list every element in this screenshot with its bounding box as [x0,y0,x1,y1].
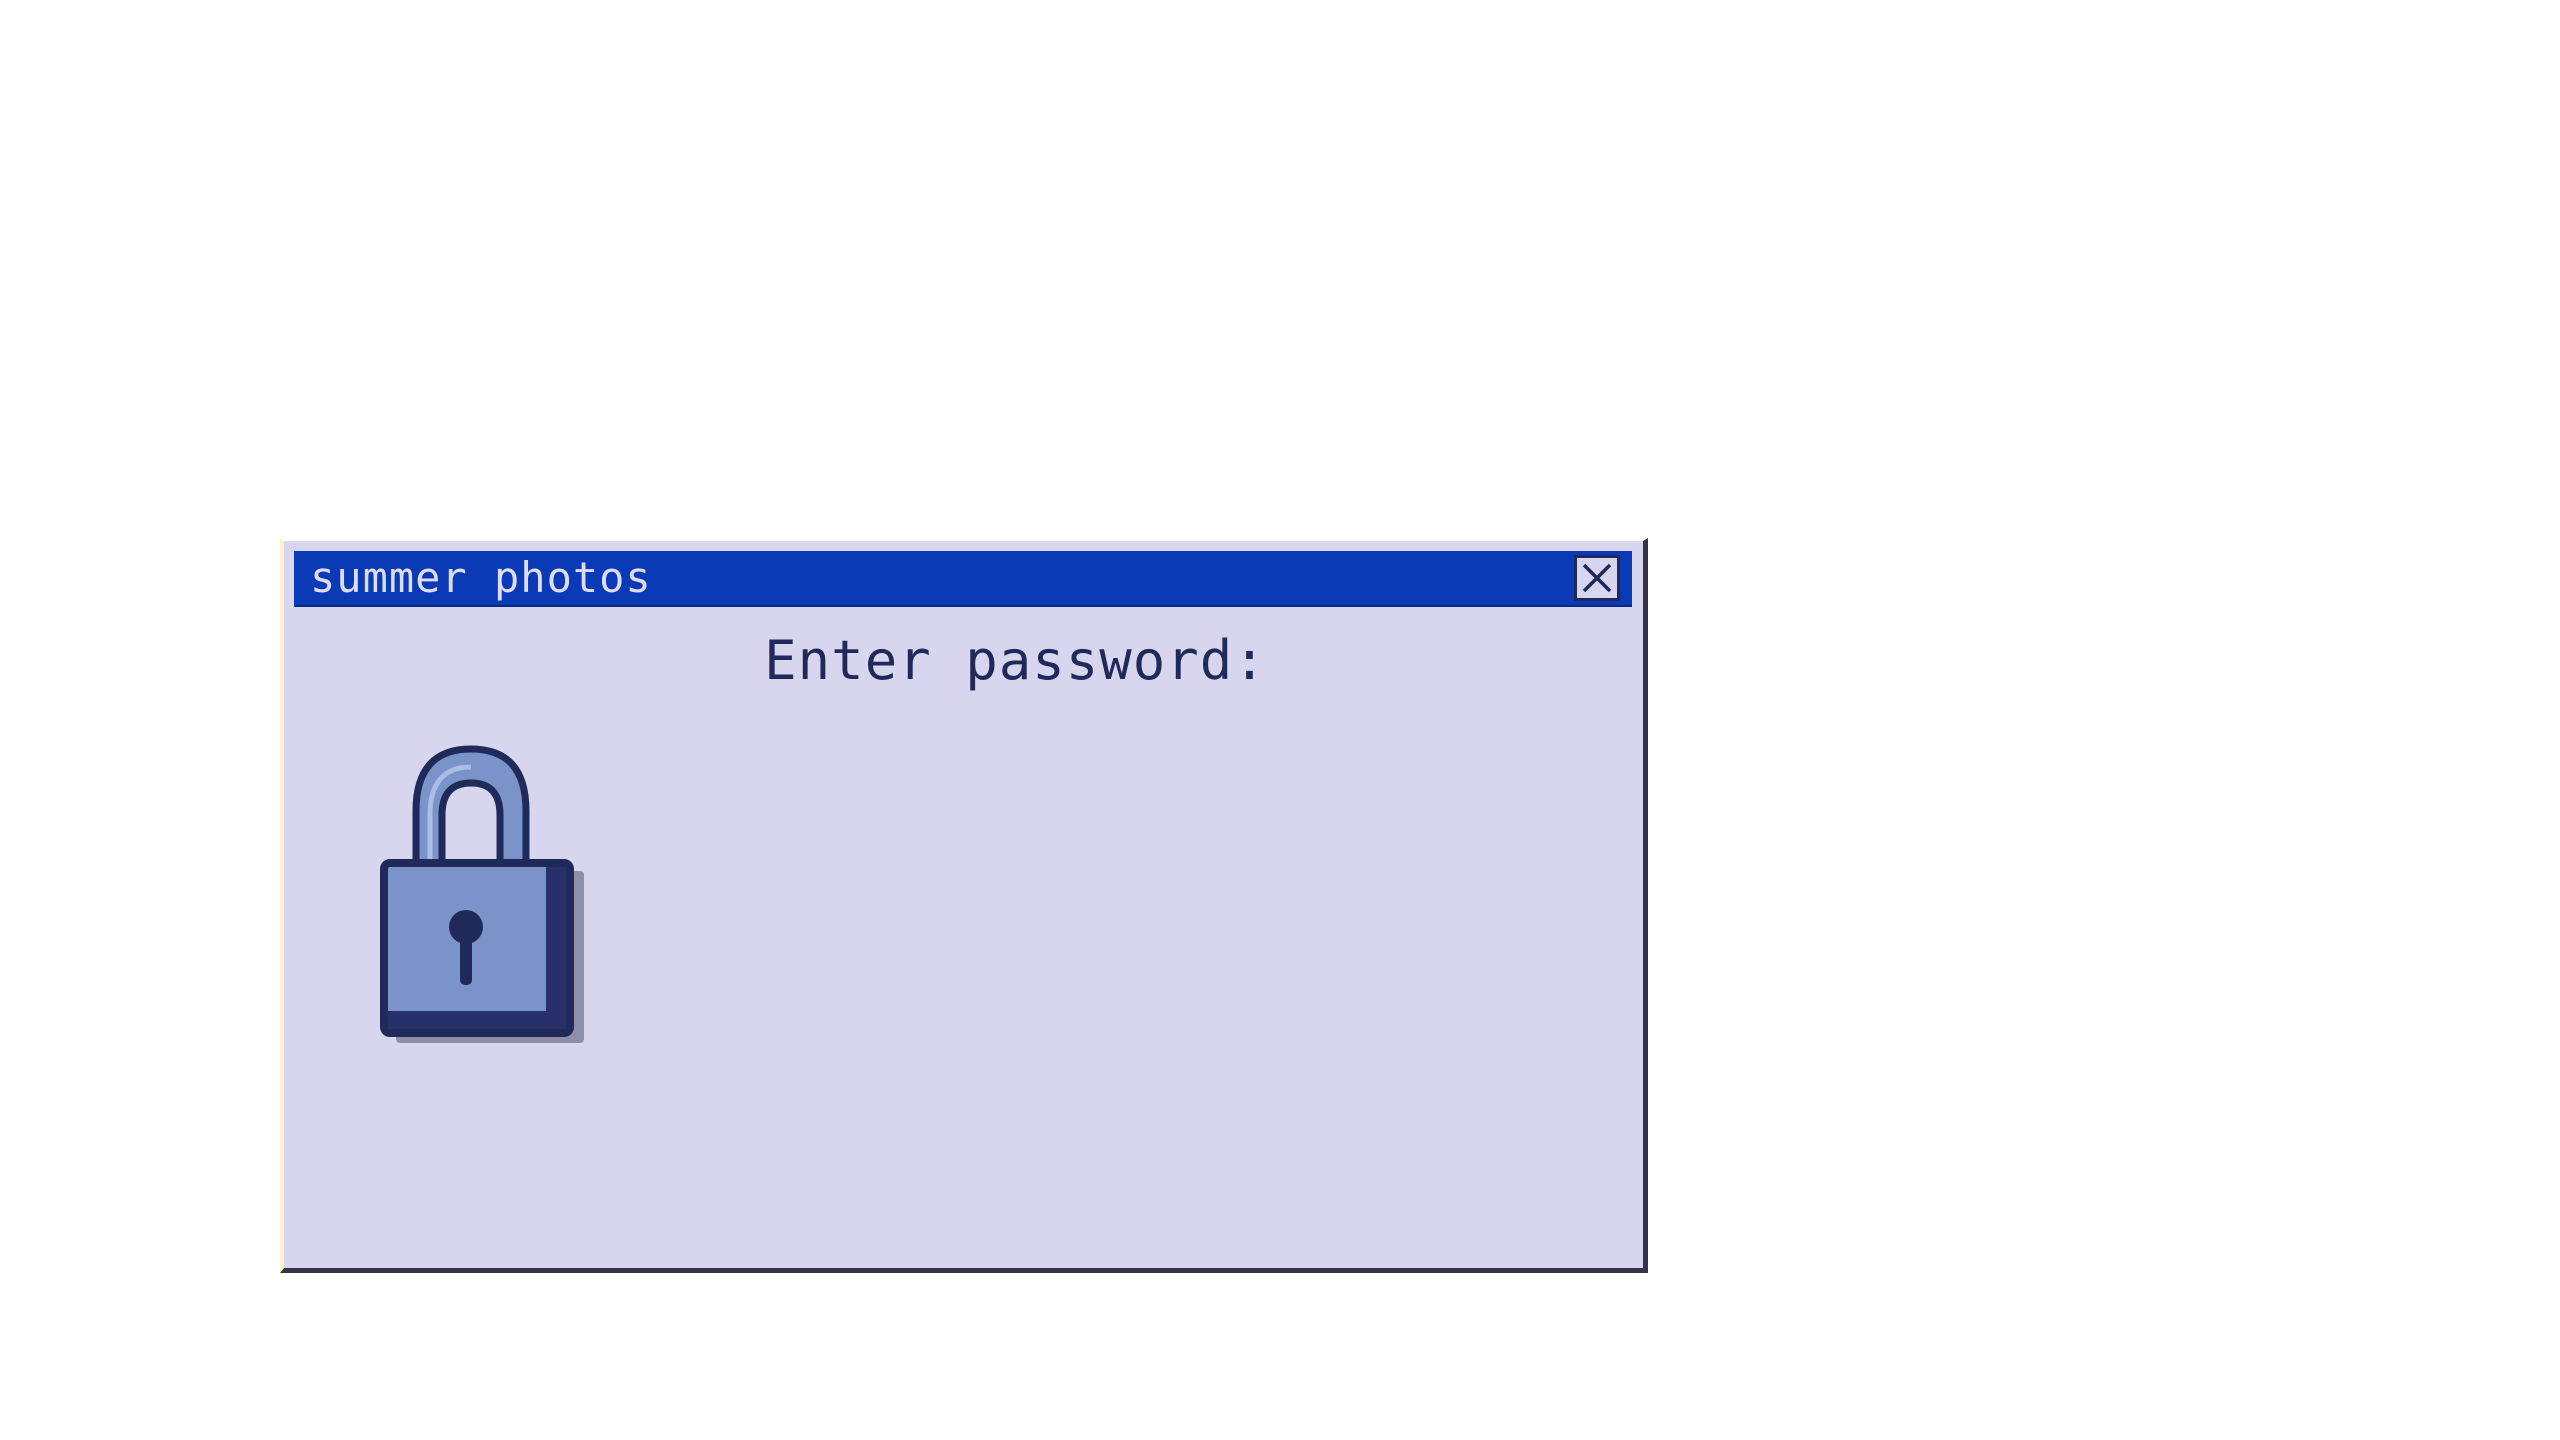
password-prompt: Enter password: [764,629,1267,692]
dialog-title: summer photos [310,553,652,602]
close-icon [1582,563,1612,593]
padlock-icon [380,745,584,1043]
close-button[interactable] [1574,555,1620,601]
password-dialog: summer photos Enter password: [280,538,1648,1273]
title-bar[interactable]: summer photos [294,551,1632,607]
